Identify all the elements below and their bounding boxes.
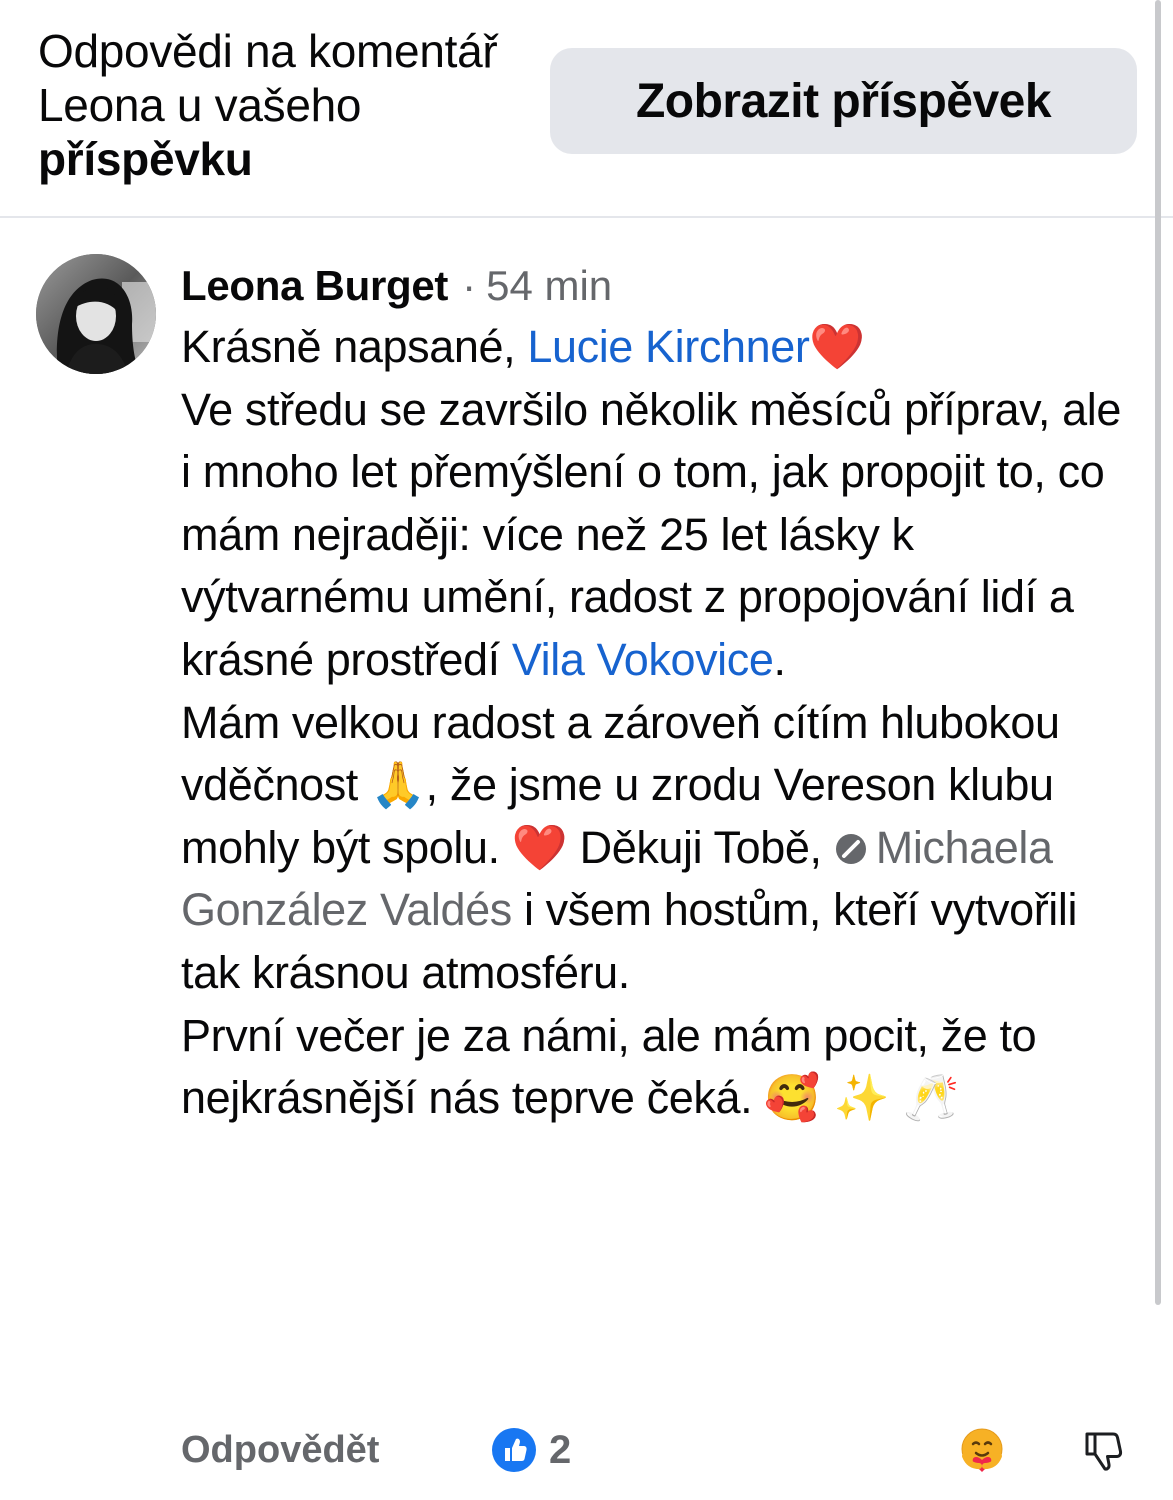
comment-paragraph-1: Krásně napsané, Lucie Kirchner❤️ [181,316,1141,379]
like-count: 2 [549,1427,572,1472]
comment-text: Krásně napsané, [181,321,528,372]
reaction-summary[interactable]: 2 [491,1418,571,1482]
scrollbar[interactable] [1155,0,1161,1305]
thumbs-up-icon [492,1428,536,1472]
avatar-image [36,254,156,374]
heart-icon: ❤️ [809,320,866,373]
avatar[interactable] [36,254,156,374]
comment-paragraph-4: První večer je za námi, ale mám pocit, ž… [181,1005,1141,1130]
mention-link[interactable]: Vila Vokovice [512,634,774,685]
comment-text: Děkuji Tobě, [567,821,834,873]
comment: Leona Burget · 54 min Krásně napsané, Lu… [181,256,1141,1130]
thumbs-down-icon[interactable] [1079,1426,1127,1474]
emoji-group-icon: 🥰 ✨ 🥂 [764,1071,960,1125]
view-post-button[interactable]: Zobrazit příspěvek [550,48,1137,154]
comment-footer: Odpovědět 2 [181,1418,1141,1482]
header: Odpovědi na komentář Leona u vašeho přís… [0,0,1173,218]
comment-body: Krásně napsané, Lucie Kirchner❤️ Ve stře… [181,316,1141,1130]
separator-dot: · [462,262,477,309]
comment-text: . [773,633,787,685]
page-title-bold: příspěvku [38,133,253,185]
timestamp[interactable]: 54 min [486,262,612,310]
mention-link[interactable]: Lucie Kirchner [527,321,809,372]
comment-paragraph-2: Ve středu se završilo několik měsíců pří… [181,379,1141,692]
comment-paragraph-3: Mám velkou radost a zároveň cítím hlubok… [181,692,1141,1005]
blocked-icon [835,833,866,864]
comment-header: Leona Burget · 54 min [181,256,1141,316]
page-title-text: Odpovědi na komentář Leona u vašeho [38,25,498,131]
page-title: Odpovědi na komentář Leona u vašeho přís… [38,24,508,186]
author-name[interactable]: Leona Burget [181,262,448,310]
care-reaction-icon[interactable] [957,1426,1007,1476]
folded-hands-icon: 🙏 [370,758,426,812]
reply-button[interactable]: Odpovědět [181,1418,379,1482]
heart-icon: ❤️ [511,820,568,874]
